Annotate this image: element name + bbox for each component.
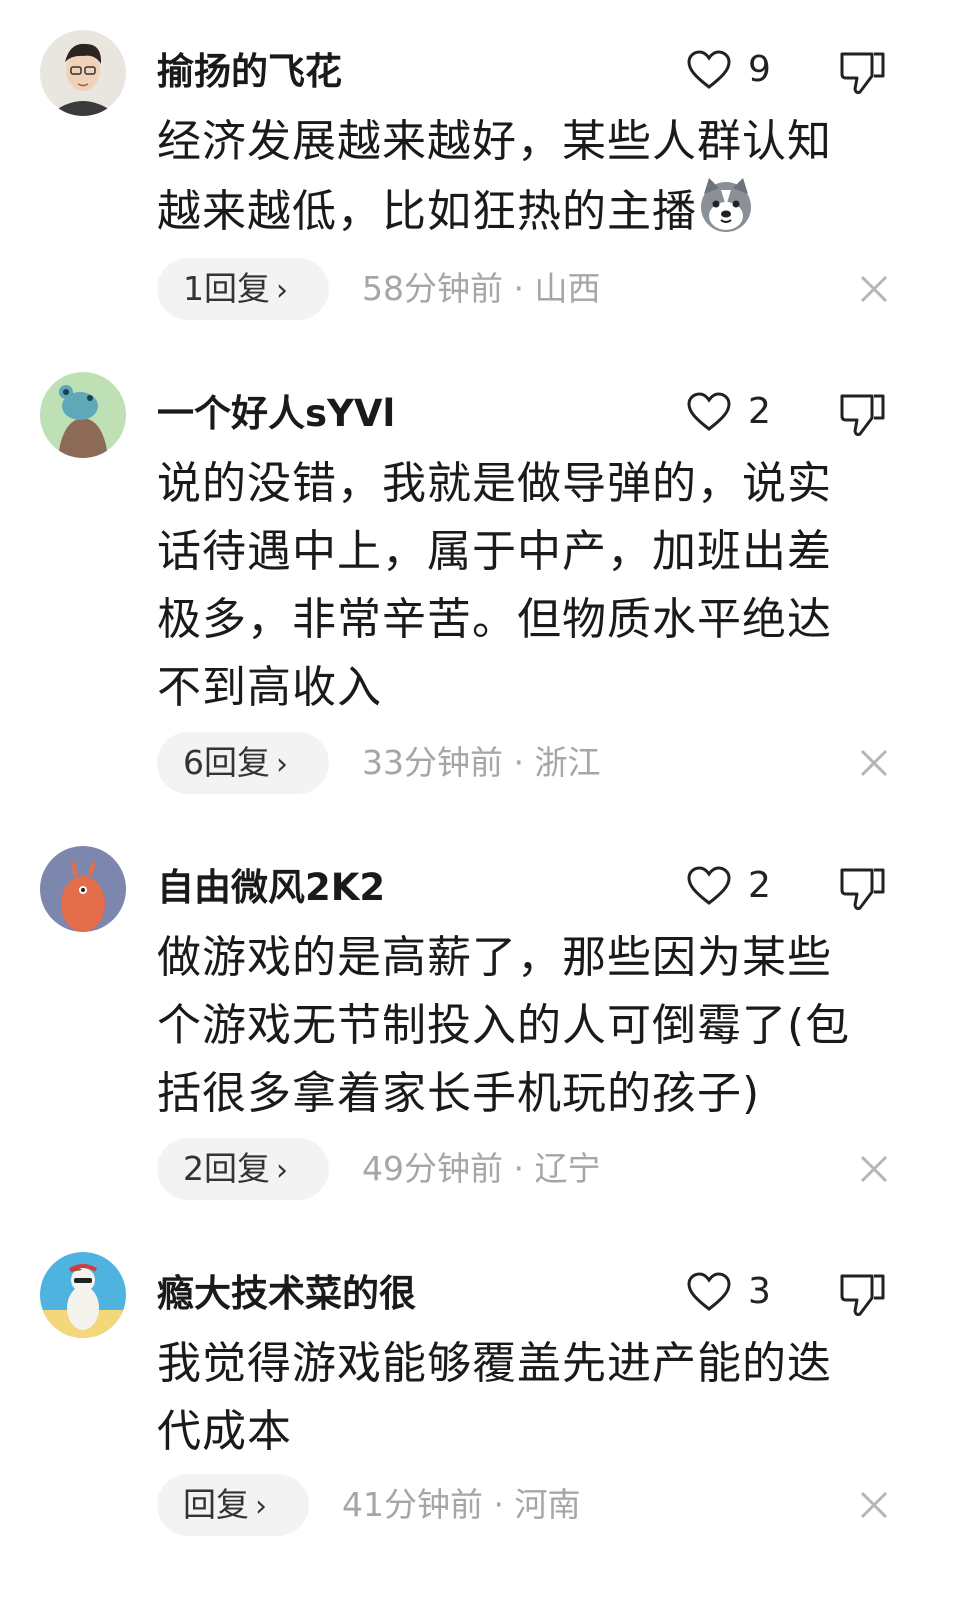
close-button[interactable] xyxy=(858,747,890,779)
avatar[interactable] xyxy=(40,372,126,458)
comment-line: 我觉得游戏能够覆盖先进产能的迭 xyxy=(157,1338,832,1389)
chevron-right-icon: › xyxy=(276,747,288,782)
comment-text: 做游戏的是高薪了，那些因为某些 个游戏无节制投入的人可倒霉了(包 括很多拿着家长… xyxy=(157,924,887,1128)
comment-text: 经济发展越来越好，某些人群认知 越来越低，比如狂热的主播 xyxy=(157,108,887,246)
comment-line: 做游戏的是高薪了，那些因为某些 xyxy=(157,932,832,983)
heart-outline-icon xyxy=(687,1272,731,1311)
comment-line: 说的没错，我就是做导弹的，说实 xyxy=(157,458,832,509)
like-count: 3 xyxy=(748,1271,771,1312)
heart-outline-icon xyxy=(687,50,731,89)
like-count: 2 xyxy=(748,865,771,906)
heart-outline-icon xyxy=(687,392,731,431)
reply-button[interactable]: 1回复 › xyxy=(157,258,329,320)
username[interactable]: 瘾大技术菜的很 xyxy=(157,1272,416,1316)
like-button[interactable]: 3 xyxy=(686,1270,771,1314)
chevron-right-icon: › xyxy=(276,1153,288,1188)
reply-button[interactable]: 6回复 › xyxy=(157,732,329,794)
close-icon xyxy=(860,749,888,777)
comment-line: 代成本 xyxy=(157,1406,292,1457)
comment-line: 个游戏无节制投入的人可倒霉了(包 xyxy=(157,1000,851,1051)
dislike-button[interactable] xyxy=(838,390,888,438)
chevron-right-icon: › xyxy=(255,1489,267,1524)
like-count: 9 xyxy=(748,49,771,90)
username[interactable]: 揄扬的飞花 xyxy=(157,50,342,94)
comment-line: 经济发展越来越好，某些人群认知 xyxy=(157,116,832,167)
close-icon xyxy=(860,1491,888,1519)
thumbs-down-outline-icon xyxy=(840,868,885,911)
username[interactable]: 一个好人sYVl xyxy=(157,392,395,436)
comment-line: 括很多拿着家长手机玩的孩子) xyxy=(157,1068,761,1119)
chevron-right-icon: › xyxy=(276,273,288,308)
like-count: 2 xyxy=(748,391,771,432)
close-button[interactable] xyxy=(858,1489,890,1521)
comment-line: 越来越低，比如狂热的主播 xyxy=(157,176,887,246)
dislike-button[interactable] xyxy=(838,1270,888,1318)
dislike-button[interactable] xyxy=(838,864,888,912)
reply-label: 6回复 xyxy=(183,743,270,782)
reply-label: 2回复 xyxy=(183,1149,270,1188)
like-button[interactable]: 2 xyxy=(686,390,771,434)
comment-meta: 58分钟前 · 山西 xyxy=(362,269,601,308)
reply-label: 回复 xyxy=(183,1485,249,1524)
like-button[interactable]: 2 xyxy=(686,864,771,908)
like-button[interactable]: 9 xyxy=(686,48,771,92)
comment-text: 我觉得游戏能够覆盖先进产能的迭 代成本 xyxy=(157,1330,887,1466)
reply-button[interactable]: 2回复 › xyxy=(157,1138,329,1200)
avatar[interactable] xyxy=(40,846,126,932)
comment-line-text: 越来越低，比如狂热的主播 xyxy=(157,186,697,237)
comment-line: 不到高收入 xyxy=(157,662,382,713)
avatar[interactable] xyxy=(40,30,126,116)
comment-line: 话待遇中上，属于中产，加班出差 xyxy=(157,526,832,577)
thumbs-down-outline-icon xyxy=(840,52,885,95)
comment-line: 极多，非常辛苦。但物质水平绝达 xyxy=(157,594,832,645)
comment-meta: 49分钟前 · 辽宁 xyxy=(362,1149,601,1188)
avatar[interactable] xyxy=(40,1252,126,1338)
dislike-button[interactable] xyxy=(838,48,888,96)
comment-meta: 33分钟前 · 浙江 xyxy=(362,743,601,782)
comment-text: 说的没错，我就是做导弹的，说实 话待遇中上，属于中产，加班出差 极多，非常辛苦。… xyxy=(157,450,887,722)
close-icon xyxy=(860,1155,888,1183)
comment-meta: 41分钟前 · 河南 xyxy=(342,1485,581,1524)
close-button[interactable] xyxy=(858,273,890,305)
reply-button[interactable]: 回复 › xyxy=(157,1474,309,1536)
heart-outline-icon xyxy=(687,866,731,905)
thumbs-down-outline-icon xyxy=(840,394,885,437)
username[interactable]: 自由微风2K2 xyxy=(157,866,385,910)
dog-face-emoji xyxy=(701,178,751,232)
close-button[interactable] xyxy=(858,1153,890,1185)
thumbs-down-outline-icon xyxy=(840,1274,885,1317)
close-icon xyxy=(860,275,888,303)
reply-label: 1回复 xyxy=(183,269,270,308)
